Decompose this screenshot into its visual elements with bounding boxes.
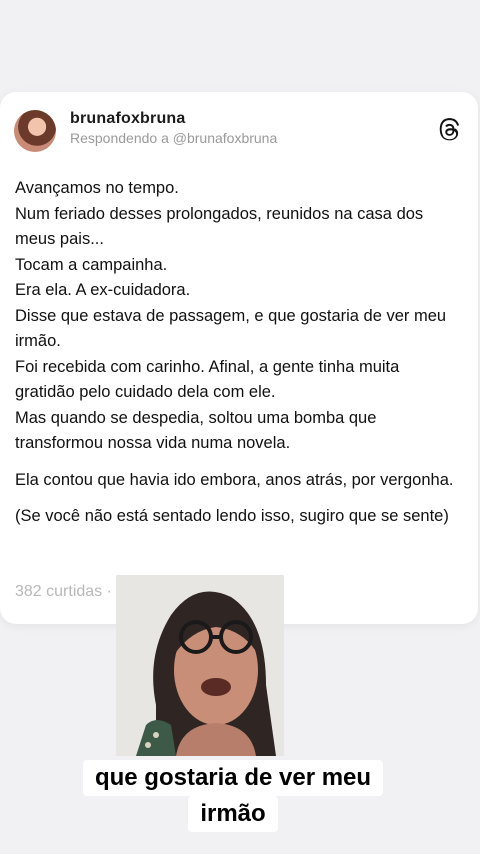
post-paragraph: Avançamos no tempo. (15, 179, 179, 197)
post-body: Avançamos no tempo. Num feriado desses p… (15, 176, 461, 530)
post-paragraph: Disse que estava de passagem, e que gost… (15, 306, 447, 351)
post-card[interactable]: brunafoxbruna Respondendo a @brunafoxbru… (0, 92, 478, 624)
video-overlay[interactable] (116, 575, 284, 756)
threads-logo-icon[interactable] (438, 118, 462, 142)
reply-line: Respondendo a @brunafoxbruna (70, 130, 278, 146)
post-paragraph: Num feriado desses prolongados, reunidos… (15, 204, 424, 249)
post-paragraph: Era ela. A ex-cuidadora. (15, 281, 191, 299)
caption-line: que gostaria de ver meu (82, 760, 384, 796)
video-caption: que gostaria de ver meu irmão (64, 760, 402, 832)
post-paragraph: Mas quando se despedia, soltou uma bomba… (15, 408, 377, 453)
post-paragraph: Tocam a campainha. (15, 255, 168, 274)
post-paragraph: Ela contou que havia ido embora, anos at… (15, 470, 454, 489)
avatar[interactable] (14, 110, 56, 152)
caption-line: irmão (188, 796, 278, 832)
post-paragraph: (Se você não está sentado lendo isso, su… (15, 507, 449, 525)
username[interactable]: brunafoxbruna (70, 110, 186, 128)
person-figure (116, 575, 284, 756)
post-paragraph: Foi recebida com carinho. Afinal, a gent… (15, 357, 400, 402)
